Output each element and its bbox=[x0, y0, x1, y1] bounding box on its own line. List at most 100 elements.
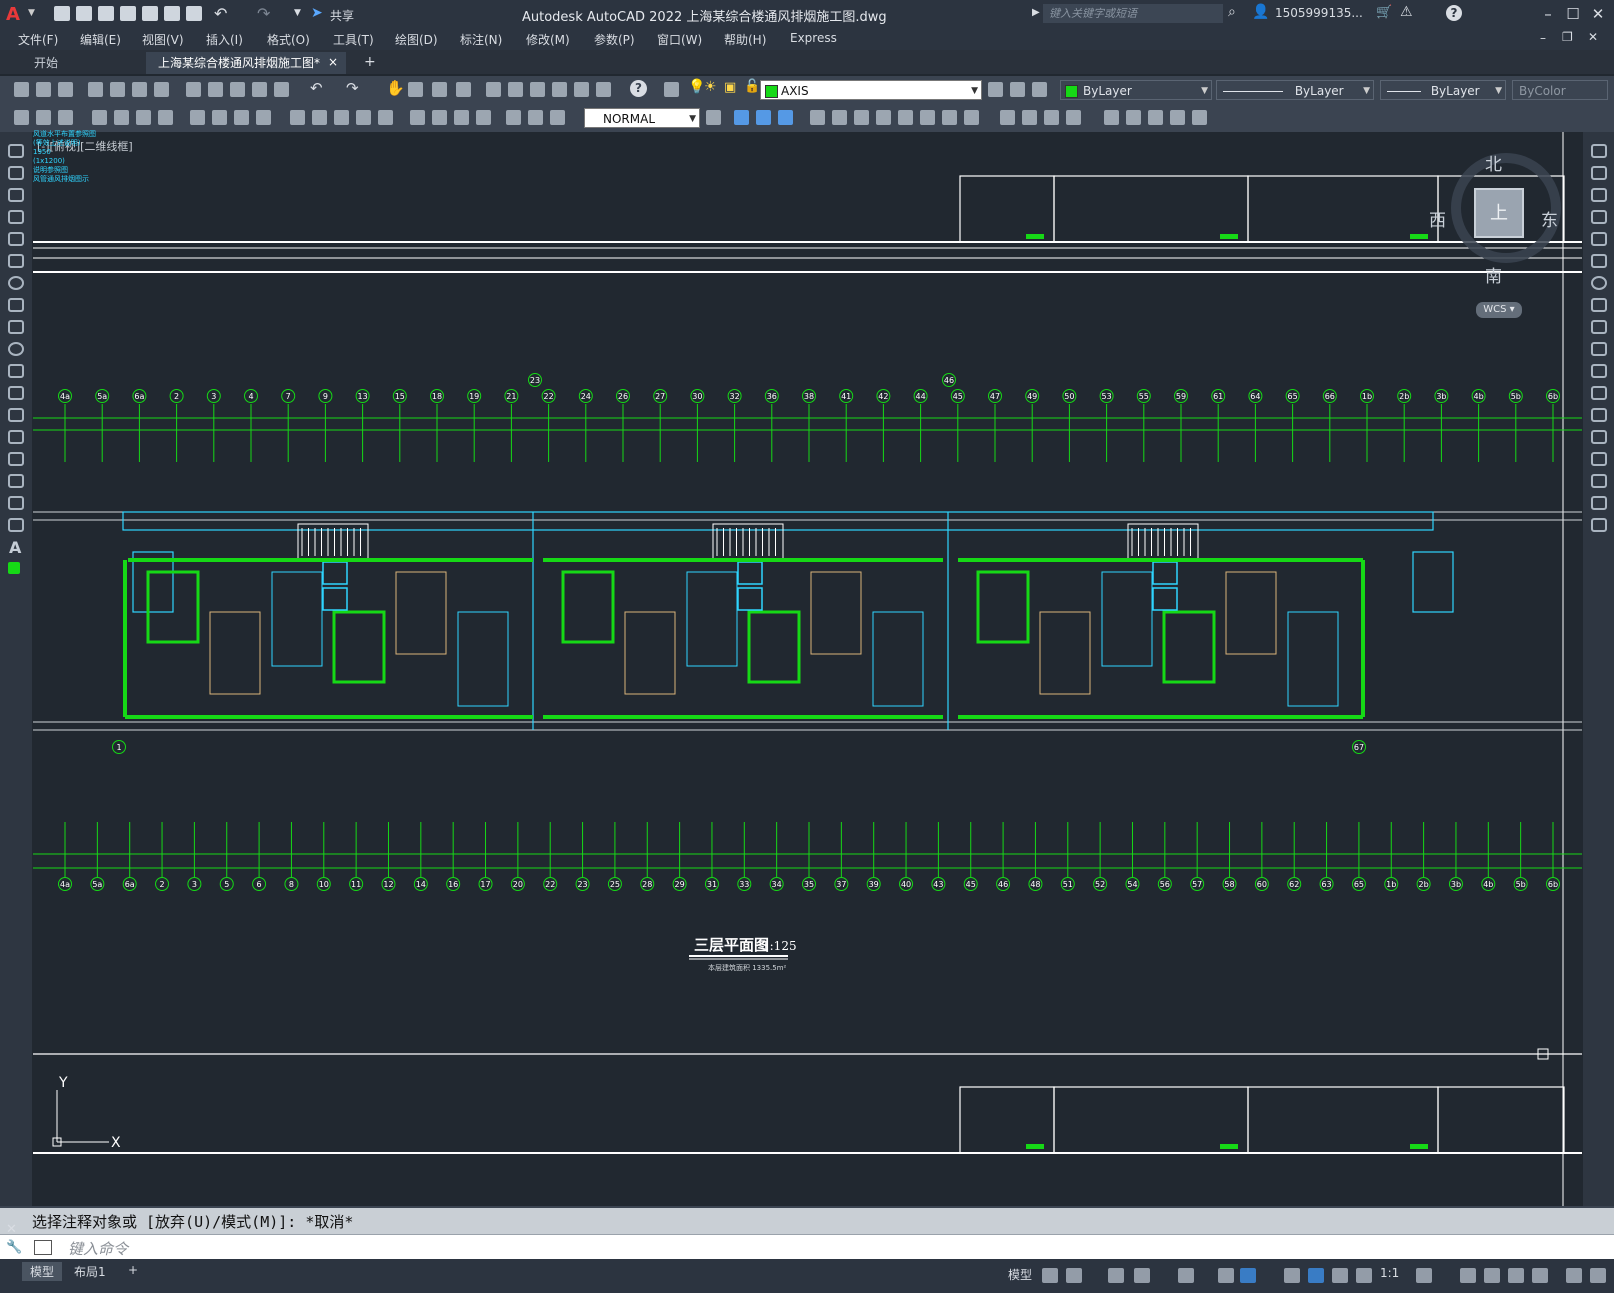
save-web-icon[interactable] bbox=[164, 6, 180, 21]
draw-order-back-icon[interactable] bbox=[756, 110, 771, 125]
pan-icon[interactable]: ✋ bbox=[386, 79, 405, 97]
plot-icon[interactable] bbox=[186, 6, 202, 21]
chamfer-icon[interactable] bbox=[1591, 452, 1607, 466]
clean-screen-icon[interactable] bbox=[1532, 1268, 1548, 1283]
add-layout-button[interactable]: + bbox=[120, 1262, 146, 1278]
save-icon[interactable] bbox=[98, 6, 114, 21]
help-icon[interactable]: ? bbox=[1446, 5, 1462, 21]
isolate-objects-icon[interactable] bbox=[1484, 1268, 1500, 1283]
layer-thaw-icon[interactable]: ☀ bbox=[704, 79, 717, 95]
drawing-canvas[interactable]: 4a 5a 6a 2 3 4 7 9 13 15 18 19 21 22 24 26 27 30 32 36 38 41 4… bbox=[33, 132, 1582, 1206]
menu-window[interactable]: 窗口(W) bbox=[657, 31, 702, 48]
dim-override-icon[interactable] bbox=[550, 110, 565, 125]
layer-previous-icon[interactable] bbox=[1010, 82, 1025, 97]
trim-icon[interactable] bbox=[1022, 110, 1037, 125]
make-current-layer-icon[interactable] bbox=[988, 82, 1003, 97]
revision-cloud-icon[interactable] bbox=[8, 298, 24, 312]
arc-icon[interactable] bbox=[8, 254, 24, 268]
quick-dimension-icon[interactable] bbox=[290, 110, 305, 125]
minimize-icon[interactable]: – bbox=[1538, 4, 1558, 24]
spline-icon[interactable] bbox=[8, 320, 24, 334]
center-mark-icon[interactable] bbox=[432, 110, 447, 125]
share-label[interactable]: 共享 bbox=[330, 7, 354, 24]
app-menu-chevron-icon[interactable]: ▼ bbox=[28, 8, 35, 18]
redo-icon[interactable]: ↷ bbox=[257, 4, 270, 23]
auto-scale-icon[interactable] bbox=[1332, 1268, 1348, 1283]
isodraft-icon[interactable] bbox=[1218, 1268, 1234, 1283]
cut-icon[interactable] bbox=[186, 82, 201, 97]
design-center-icon[interactable] bbox=[508, 82, 523, 97]
insert-block-icon[interactable] bbox=[8, 386, 24, 400]
ellipse-arc-icon[interactable] bbox=[8, 364, 24, 378]
customize-qa-chevron-icon[interactable]: ▼ bbox=[294, 8, 301, 18]
open-web-icon[interactable] bbox=[142, 6, 158, 21]
dim-edit-icon[interactable] bbox=[36, 110, 51, 125]
menu-file[interactable]: 文件(F) bbox=[18, 31, 58, 48]
dim-break-icon[interactable] bbox=[378, 110, 393, 125]
offset-icon[interactable] bbox=[1591, 210, 1607, 224]
annotation-scale-value[interactable]: 1:1 bbox=[1380, 1266, 1399, 1280]
doc-restore-icon[interactable]: ❐ bbox=[1562, 30, 1573, 44]
wcs-menu[interactable]: WCS ▾ bbox=[1476, 302, 1522, 318]
move-icon[interactable] bbox=[920, 110, 935, 125]
app-logo-icon[interactable]: A bbox=[6, 4, 20, 25]
compass-east[interactable]: 东 bbox=[1541, 206, 1558, 231]
menu-format[interactable]: 格式(O) bbox=[267, 31, 310, 48]
array-icon[interactable] bbox=[898, 110, 913, 125]
point-icon[interactable] bbox=[8, 430, 24, 444]
block-editor-icon[interactable] bbox=[274, 82, 289, 97]
text-style-dropdown[interactable]: NORMAL ▼ bbox=[584, 108, 700, 128]
construction-line-icon[interactable] bbox=[8, 166, 24, 180]
new-icon[interactable] bbox=[54, 6, 70, 21]
redo-icon[interactable]: ↷ bbox=[346, 79, 359, 97]
mirror-icon[interactable] bbox=[1591, 188, 1607, 202]
search-icon[interactable]: ⌕ bbox=[1228, 4, 1236, 20]
layer-vp-icon[interactable]: ▣ bbox=[724, 80, 736, 95]
properties-icon[interactable] bbox=[486, 82, 501, 97]
polar-tracking-icon[interactable] bbox=[1134, 1268, 1150, 1283]
add-selected-icon[interactable] bbox=[8, 562, 20, 574]
linear-dim-icon[interactable] bbox=[92, 110, 107, 125]
dim-text-edit-icon[interactable] bbox=[506, 110, 521, 125]
zoom-previous-icon[interactable] bbox=[456, 82, 471, 97]
command-line[interactable] bbox=[0, 1234, 1614, 1260]
quickcalc-icon[interactable] bbox=[596, 82, 611, 97]
help-icon[interactable]: ? bbox=[630, 80, 647, 97]
diameter-dim-icon[interactable] bbox=[234, 110, 249, 125]
open-icon[interactable] bbox=[36, 82, 51, 97]
command-input[interactable]: 键入命令 bbox=[68, 1238, 128, 1259]
color-dropdown[interactable]: ByLayer ▼ bbox=[1060, 80, 1212, 100]
plus-icon[interactable] bbox=[1460, 1268, 1476, 1283]
table-icon[interactable] bbox=[8, 518, 24, 532]
explode-icon[interactable] bbox=[1170, 110, 1185, 125]
extend-icon[interactable] bbox=[1044, 110, 1059, 125]
undo-icon[interactable]: ↶ bbox=[310, 79, 323, 97]
markup-icon[interactable] bbox=[574, 82, 589, 97]
move-icon[interactable] bbox=[1591, 254, 1607, 268]
tab-model[interactable]: 模型 bbox=[22, 1262, 63, 1281]
draw-order-front-icon[interactable] bbox=[734, 110, 749, 125]
layer-properties-icon[interactable] bbox=[664, 82, 679, 97]
dim-space-icon[interactable] bbox=[356, 110, 371, 125]
layer-states-icon[interactable] bbox=[1032, 82, 1047, 97]
zoom-realtime-icon[interactable] bbox=[408, 82, 423, 97]
aligned-dim-icon[interactable] bbox=[114, 110, 129, 125]
menu-dimension[interactable]: 标注(N) bbox=[460, 31, 502, 48]
annotation-scale-icon[interactable] bbox=[1356, 1268, 1372, 1283]
make-block-icon[interactable] bbox=[8, 408, 24, 422]
polygon-icon[interactable] bbox=[8, 210, 24, 224]
multiline-text-icon[interactable]: A bbox=[9, 538, 21, 557]
object-snap-icon[interactable] bbox=[1240, 1268, 1256, 1283]
ordinate-dim-icon[interactable] bbox=[158, 110, 173, 125]
tolerance-icon[interactable] bbox=[410, 110, 425, 125]
rotate-icon[interactable] bbox=[942, 110, 957, 125]
3d-print-icon[interactable] bbox=[154, 82, 169, 97]
tab-start[interactable]: 开始 bbox=[22, 52, 70, 74]
copy-icon[interactable] bbox=[1591, 166, 1607, 180]
blend-curves-icon[interactable] bbox=[1591, 496, 1607, 510]
rotate-icon[interactable] bbox=[1591, 276, 1607, 290]
stretch-icon[interactable] bbox=[1591, 320, 1607, 334]
compass-north[interactable]: 北 bbox=[1485, 150, 1502, 175]
extend-icon[interactable] bbox=[1591, 364, 1607, 378]
fillet-icon[interactable] bbox=[1148, 110, 1163, 125]
